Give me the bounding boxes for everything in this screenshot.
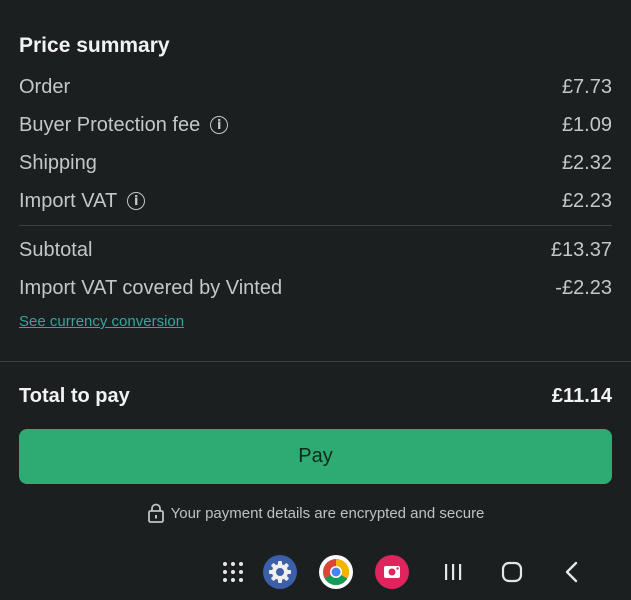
order-value: £7.73 bbox=[561, 75, 612, 98]
secure-note-text: Your payment details are encrypted and s… bbox=[170, 504, 485, 522]
currency-conversion-link[interactable]: See currency conversion bbox=[19, 313, 184, 330]
back-icon[interactable] bbox=[557, 552, 587, 592]
recents-icon[interactable] bbox=[438, 552, 468, 592]
chrome-app-icon[interactable] bbox=[318, 552, 354, 592]
screen-recorder-app-icon[interactable] bbox=[374, 552, 410, 592]
settings-app-icon[interactable] bbox=[262, 552, 298, 592]
pay-button-label: Pay bbox=[298, 445, 333, 467]
buyer-protection-row: Buyer Protection fee i £1.09 bbox=[19, 110, 612, 140]
total-value: £11.14 bbox=[551, 384, 612, 407]
buyer-protection-label: Buyer Protection fee bbox=[19, 113, 201, 136]
vat-covered-label: Import VAT covered by Vinted bbox=[19, 276, 283, 299]
vat-covered-value: -£2.23 bbox=[555, 276, 612, 299]
buyer-protection-value: £1.09 bbox=[561, 113, 612, 136]
shipping-value: £2.32 bbox=[561, 151, 612, 174]
pay-button[interactable]: Pay bbox=[19, 429, 612, 484]
price-summary-title: Price summary bbox=[19, 34, 170, 57]
import-vat-label-wrap: Import VAT i bbox=[19, 189, 146, 213]
order-row: Order £7.73 bbox=[19, 72, 612, 102]
secure-note: Your payment details are encrypted and s… bbox=[0, 503, 631, 523]
summary-divider bbox=[19, 225, 612, 226]
import-vat-value: £2.23 bbox=[561, 189, 612, 212]
order-label: Order bbox=[19, 75, 71, 98]
subtotal-row: Subtotal £13.37 bbox=[19, 235, 612, 265]
home-icon[interactable] bbox=[497, 552, 527, 592]
buyer-protection-label-wrap: Buyer Protection fee i bbox=[19, 113, 229, 137]
info-icon[interactable]: i bbox=[127, 192, 146, 210]
subtotal-label: Subtotal bbox=[19, 238, 93, 261]
info-icon[interactable]: i bbox=[210, 116, 229, 134]
lock-icon bbox=[147, 503, 164, 523]
subtotal-value: £13.37 bbox=[550, 238, 612, 261]
shipping-label: Shipping bbox=[19, 151, 97, 174]
system-navbar bbox=[0, 552, 631, 592]
total-row: Total to pay £11.14 bbox=[19, 381, 612, 411]
import-vat-row: Import VAT i £2.23 bbox=[19, 186, 612, 216]
shipping-row: Shipping £2.32 bbox=[19, 148, 612, 178]
vat-covered-row: Import VAT covered by Vinted -£2.23 bbox=[19, 273, 612, 303]
apps-grid-icon[interactable] bbox=[218, 552, 248, 592]
section-divider bbox=[0, 361, 631, 362]
total-label: Total to pay bbox=[19, 384, 130, 407]
import-vat-label: Import VAT bbox=[19, 189, 118, 212]
